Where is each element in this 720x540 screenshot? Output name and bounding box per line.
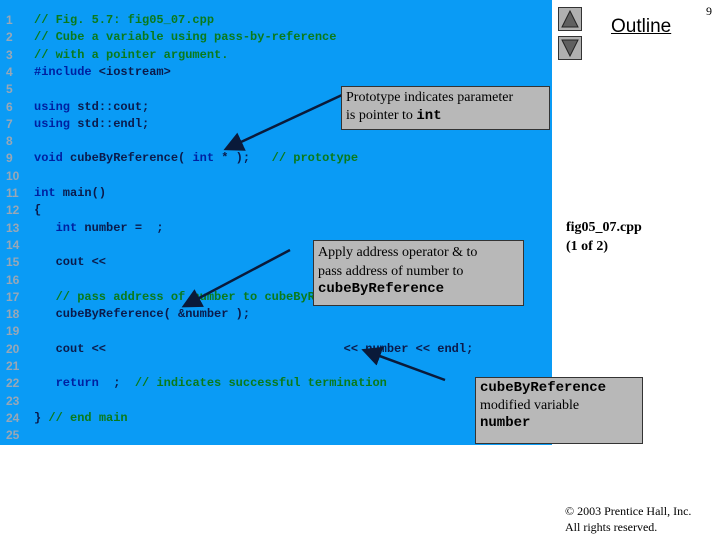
callout-code: cubeByReference <box>480 380 607 396</box>
page-number: 9 <box>706 4 712 18</box>
triangle-up-icon <box>561 10 579 28</box>
file-part: (1 of 2) <box>566 239 608 254</box>
callout-prototype: Prototype indicates parameter is pointer… <box>341 86 550 130</box>
callout-code: int <box>416 108 442 124</box>
triangle-down-icon <box>561 39 579 57</box>
arrow-address <box>181 248 291 308</box>
copyright: © 2003 Prentice Hall, Inc. All rights re… <box>565 503 691 535</box>
callout-text: is pointer to <box>346 108 417 123</box>
callout-text: modified variable <box>480 398 580 413</box>
outline-link[interactable]: Outline <box>611 16 671 38</box>
file-name: fig05_07.cpp <box>566 220 642 235</box>
callout-text: Apply address operator & to <box>318 245 478 260</box>
callout-address: Apply address operator & to pass address… <box>313 240 524 306</box>
copyright-line: All rights reserved. <box>565 520 658 534</box>
callout-code: cubeByReference <box>318 281 445 297</box>
callout-text: pass address of number to <box>318 264 464 279</box>
previous-slide-button[interactable] <box>558 7 582 31</box>
callout-modified: cubeByReference modified variable number <box>475 377 643 444</box>
arrow-modified <box>361 346 446 382</box>
file-info: fig05_07.cpp (1 of 2) <box>566 218 642 256</box>
arrow-prototype <box>223 93 343 151</box>
callout-code: number <box>480 415 531 431</box>
copyright-line: © 2003 Prentice Hall, Inc. <box>565 504 692 518</box>
next-slide-button[interactable] <box>558 36 582 60</box>
callout-text: Prototype indicates parameter <box>346 90 514 105</box>
